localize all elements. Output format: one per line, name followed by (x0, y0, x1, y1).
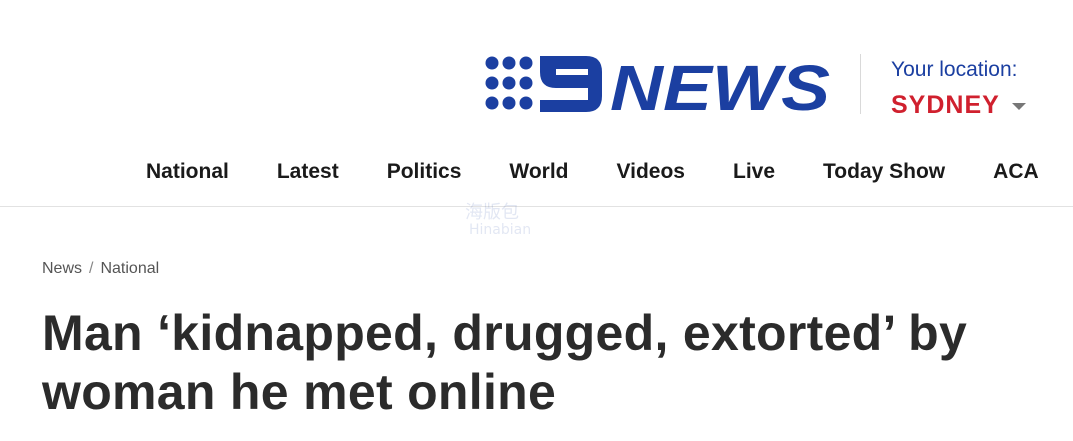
logo-wordmark: NEWS (610, 55, 830, 113)
site-header: NEWS Your location: SYDNEY National Late… (0, 0, 1073, 207)
location-dropdown[interactable]: SYDNEY (891, 90, 1026, 120)
article-headline: Man ‘kidnapped, drugged, extorted’ by wo… (42, 305, 968, 420)
nav-item-world[interactable]: World (509, 158, 568, 186)
breadcrumb-item-news[interactable]: News (42, 260, 82, 277)
location-selector: Your location: SYDNEY (891, 57, 1026, 120)
9news-logo-icon: NEWS (485, 55, 830, 113)
main-nav: National Latest Politics World Videos Li… (146, 158, 1073, 186)
watermark-en-text: Hinabian (469, 222, 532, 238)
nav-item-videos[interactable]: Videos (617, 158, 685, 186)
nav-item-aca[interactable]: ACA (993, 158, 1039, 186)
location-city: SYDNEY (891, 91, 1000, 119)
header-divider (860, 54, 861, 114)
breadcrumb-item-national[interactable]: National (100, 260, 159, 277)
watermark: 海版包 Hinabian (463, 198, 613, 244)
nav-item-national[interactable]: National (146, 158, 229, 186)
nav-item-politics[interactable]: Politics (387, 158, 462, 186)
9news-logo[interactable]: NEWS (484, 55, 830, 113)
watermark-cn-text: 海版包 (465, 202, 519, 223)
caret-down-icon (1011, 102, 1026, 110)
nav-item-latest[interactable]: Latest (277, 158, 339, 186)
location-label: Your location: (891, 58, 1018, 81)
nav-item-live[interactable]: Live (733, 158, 775, 186)
nav-item-today-show[interactable]: Today Show (823, 158, 945, 186)
breadcrumb-separator: / (89, 260, 94, 277)
breadcrumb: News / National (42, 259, 159, 279)
